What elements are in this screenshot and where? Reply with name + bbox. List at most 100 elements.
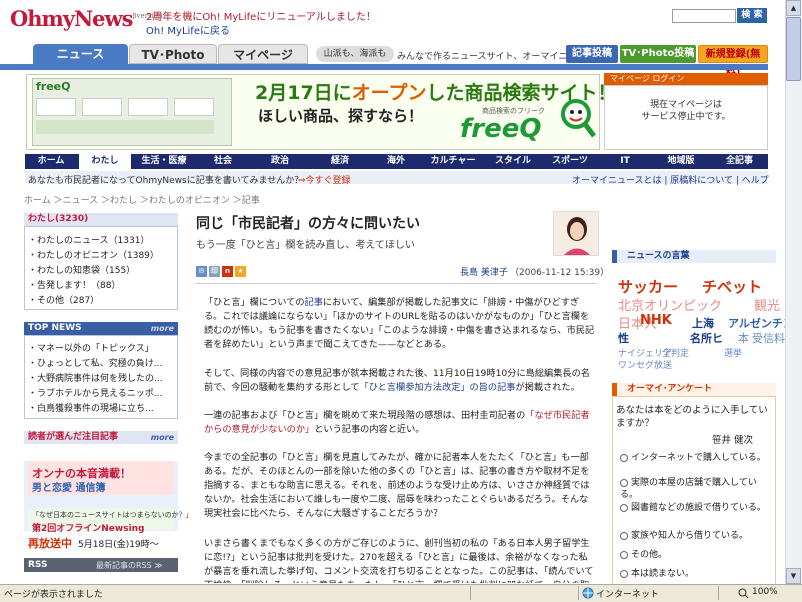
- word-link[interactable]: 選挙: [724, 346, 742, 359]
- article-paragraph-4: 今までの全記事の「ひと言」欄を見直してみたが、確かに記者本人をたたく「ひと言」も…: [204, 452, 590, 519]
- news-words-header: ニュースの言葉: [612, 250, 776, 263]
- survey-option[interactable]: 図書館などの施設で借りている。: [620, 502, 770, 514]
- word-link[interactable]: アルゼンチン: [728, 315, 794, 331]
- print-icon[interactable]: 印: [209, 266, 220, 277]
- tab-news[interactable]: ニュース: [33, 44, 128, 64]
- word-link[interactable]: 性: [618, 330, 629, 346]
- nav-economy[interactable]: 経済: [311, 154, 369, 169]
- nav-sports[interactable]: スポーツ: [543, 154, 597, 169]
- nav-home[interactable]: ホーム: [25, 154, 77, 169]
- bookmark-icon[interactable]: ★: [235, 266, 246, 277]
- top-news-more-link[interactable]: more: [151, 322, 174, 335]
- help-links[interactable]: オーマイニュースとは | 原稿料について | ヘルプ: [572, 173, 769, 186]
- nav-politics[interactable]: 政治: [251, 154, 309, 169]
- newsing-banner-line2: 第2回オフラインNewsing: [32, 524, 145, 534]
- newsing-icon[interactable]: n: [222, 266, 233, 277]
- article-link[interactable]: 「ひと言欄参加方法改定」の旨の記事: [360, 382, 516, 393]
- article-date: （2006-11-12 15:39）: [510, 268, 610, 278]
- post-article-button[interactable]: 記事投稿: [566, 45, 618, 63]
- radio-button[interactable]: [620, 569, 628, 578]
- word-link[interactable]: ヒ: [712, 330, 723, 346]
- nav-all-articles[interactable]: 全記事: [711, 154, 768, 169]
- radio-button[interactable]: [620, 550, 628, 559]
- scroll-up-arrow-icon[interactable]: ▲: [786, 0, 801, 16]
- vertical-scrollbar[interactable]: [785, 0, 802, 584]
- yama-umi-badge[interactable]: 山派も、海派も: [316, 46, 394, 62]
- tab-tv-photo[interactable]: TV･Photo: [129, 44, 217, 64]
- nav-it[interactable]: IT: [599, 154, 651, 169]
- zoom-level[interactable]: 100%: [752, 587, 778, 597]
- survey-option[interactable]: その他。: [620, 549, 770, 561]
- reader-picks-header: 読者が選んだ注目記事 more: [24, 431, 178, 444]
- watashi-section-header[interactable]: わたし(3230): [24, 213, 178, 226]
- radio-button[interactable]: [620, 478, 628, 487]
- word-link[interactable]: 上海: [692, 315, 714, 331]
- watashi-other-link[interactable]: ・その他（287）: [28, 293, 99, 306]
- survey-option[interactable]: 本は読まない。: [620, 568, 770, 580]
- author-photo: [553, 211, 599, 256]
- scroll-down-arrow-icon[interactable]: ▼: [786, 568, 801, 584]
- word-link[interactable]: 北京オリンピック: [618, 295, 722, 314]
- nav-world[interactable]: 海外: [371, 154, 421, 169]
- register-button[interactable]: 新規登録(無料): [698, 45, 768, 78]
- nav-style[interactable]: スタイル: [485, 154, 541, 169]
- word-link[interactable]: チベット: [702, 276, 762, 297]
- reader-picks-more-link[interactable]: more: [151, 431, 174, 444]
- word-link[interactable]: 受信料: [752, 330, 785, 346]
- article-tools: ✉ 印 n ★: [196, 266, 248, 278]
- newsing-banner-line1: 「なぜ日本のニュースサイトはつまらないのか？」: [32, 511, 193, 519]
- scroll-thumb[interactable]: [786, 17, 801, 81]
- news-words-cloud: サッカー チベット 北京オリンピック 観光 日本人 NHK 上海 アルゼンチン …: [612, 266, 794, 371]
- radio-button[interactable]: [620, 503, 628, 512]
- author-portrait-icon: [554, 212, 598, 255]
- top-news-item[interactable]: ・大野病院事件は何を残したの...: [28, 371, 163, 384]
- search-button[interactable]: 検 索: [737, 8, 767, 23]
- survey-option[interactable]: インターネットで購入している。: [620, 452, 770, 464]
- nav-culture[interactable]: カルチャー: [423, 154, 483, 169]
- search-input[interactable]: [672, 9, 736, 23]
- nav-watashi[interactable]: わたし: [79, 154, 131, 169]
- article-paragraph-1: 「ひと言」欄についての記事において、編集部が掲載した記事文に「誹謗・中傷がひどす…: [204, 297, 595, 350]
- watashi-kokuhatsu-link[interactable]: ・告発します！（88）: [28, 278, 120, 291]
- breadcrumb[interactable]: ホーム ＞ニュース ＞わたし ＞わたしのオピニオン ＞記事: [24, 193, 260, 206]
- watashi-chiebukuro-link[interactable]: ・わたしの知恵袋（155）: [28, 263, 135, 276]
- word-link[interactable]: 名所: [690, 330, 712, 346]
- zoom-icon[interactable]: [738, 588, 749, 599]
- word-link[interactable]: ワンセグ放送: [618, 358, 672, 371]
- nav-society[interactable]: 社会: [197, 154, 249, 169]
- radio-button[interactable]: [620, 453, 628, 462]
- watashi-opinion-link[interactable]: ・わたしのオピニオン（1389）: [28, 248, 159, 261]
- status-zone: インターネット: [596, 590, 660, 600]
- top-news-item[interactable]: ・白鳥獲殺事件の現場に立ち...: [28, 401, 154, 414]
- status-text: ページが表示されました: [4, 590, 103, 600]
- status-bar: [0, 584, 802, 602]
- logo-text: OhmyNews: [10, 6, 133, 31]
- tvphoto-post-button[interactable]: TV･Photo投稿: [620, 45, 696, 63]
- tab-mypage[interactable]: マイページ: [218, 44, 308, 64]
- top-news-header: TOP NEWS more: [24, 322, 178, 335]
- survey-option[interactable]: 家族や知人から借りている。: [620, 530, 770, 542]
- survey-question: あなたは本をどのように入手していますか？: [616, 405, 768, 429]
- word-link[interactable]: 観光: [754, 295, 780, 314]
- rss-latest-link[interactable]: 最新記事のRSS ≫: [96, 560, 163, 571]
- radio-button[interactable]: [620, 531, 628, 540]
- word-link[interactable]: 本: [738, 330, 749, 346]
- author-link[interactable]: 長島 美津子: [460, 265, 508, 278]
- top-news-item[interactable]: ・マネー以外の「トピックス」: [28, 341, 154, 354]
- nav-regional[interactable]: 地域版: [653, 154, 709, 169]
- ohmynews-logo[interactable]: OhmyNewsβversion: [10, 6, 163, 31]
- article-paragraph-5: いまさら書くまでもなく多くの方がご存じのように、創刊当初の私の「ある日本人男子留…: [204, 538, 594, 583]
- register-now-link[interactable]: ⇒今すぐ登録: [298, 173, 351, 186]
- mylife-back-link[interactable]: Oh! MyLifeに戻る: [146, 22, 230, 37]
- watashi-news-link[interactable]: ・わたしのニュース（1331）: [28, 233, 149, 246]
- article-link[interactable]: 記事: [305, 297, 323, 308]
- nav-life-medical[interactable]: 生活・医療: [133, 154, 195, 169]
- survey-author[interactable]: 笹井 健次: [712, 432, 753, 446]
- tagline-link[interactable]: 2周年を機にOh! MyLifeにリニューアルしました！: [146, 8, 376, 23]
- survey-option[interactable]: 実際の本屋の店舗で購入している。: [620, 477, 770, 501]
- word-link[interactable]: サッカー: [618, 276, 678, 297]
- word-link[interactable]: NHK: [640, 313, 672, 328]
- top-news-item[interactable]: ・ラブホテルから見えるニッポ...: [28, 386, 162, 399]
- top-news-item[interactable]: ・ひょっとして私、究極の負け...: [28, 356, 162, 369]
- mail-icon[interactable]: ✉: [196, 266, 207, 277]
